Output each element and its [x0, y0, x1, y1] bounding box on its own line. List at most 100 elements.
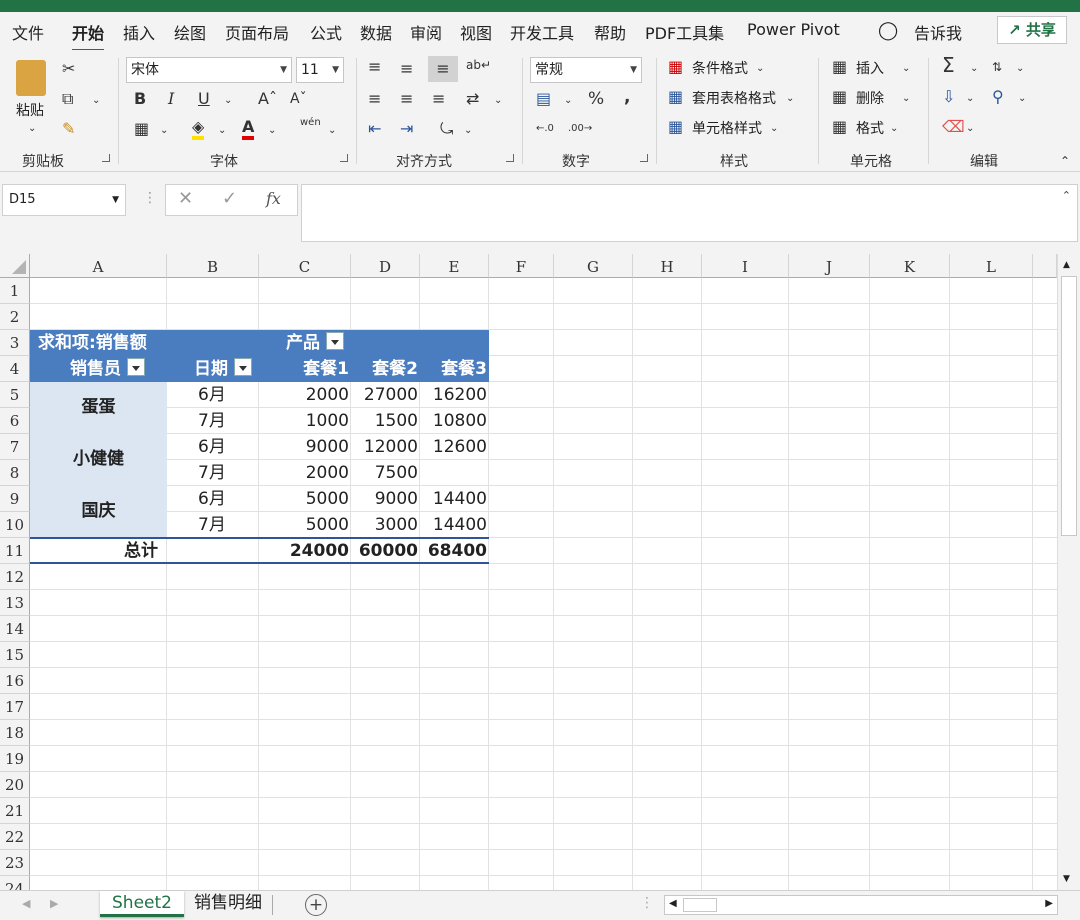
- conditional-format-icon[interactable]: ▦: [668, 58, 683, 76]
- sort-dropdown-icon[interactable]: ⌄: [1016, 60, 1024, 78]
- pivot-value-cell[interactable]: 7500: [351, 460, 420, 486]
- format-as-table-button[interactable]: 套用表格格式: [692, 88, 776, 108]
- pivot-value-cell[interactable]: 14400: [420, 512, 489, 538]
- delete-cells-button[interactable]: 删除: [856, 88, 884, 108]
- border-icon[interactable]: ▦: [134, 120, 149, 138]
- tab-data[interactable]: 数据: [360, 20, 392, 44]
- pivot-value-cell[interactable]: 1500: [351, 408, 420, 434]
- row-header-21[interactable]: 21: [0, 798, 30, 824]
- pivot-month-cell[interactable]: 7月: [198, 460, 226, 486]
- enter-icon[interactable]: ✓: [222, 188, 237, 209]
- lightbulb-icon[interactable]: ◯: [878, 20, 898, 41]
- tab-developer[interactable]: 开发工具: [510, 20, 574, 44]
- row-header-17[interactable]: 17: [0, 694, 30, 720]
- chevron-down-icon[interactable]: ▼: [112, 185, 119, 215]
- pivot-value-cell[interactable]: 2000: [259, 382, 351, 408]
- underline-button[interactable]: U: [198, 90, 210, 108]
- percent-button[interactable]: %: [588, 90, 604, 108]
- column-header-h[interactable]: H: [633, 254, 702, 278]
- pivot-month-cell[interactable]: 7月: [198, 512, 226, 538]
- align-center-icon[interactable]: ≡: [400, 90, 413, 108]
- phonetic-icon[interactable]: wén: [300, 114, 321, 132]
- row-header-16[interactable]: 16: [0, 668, 30, 694]
- column-header-b[interactable]: B: [167, 254, 259, 278]
- sheet-tab-sheet2[interactable]: Sheet2: [100, 891, 184, 917]
- vertical-scrollbar[interactable]: ▲ ▼: [1057, 254, 1080, 890]
- column-header-i[interactable]: I: [702, 254, 789, 278]
- select-all-button[interactable]: [0, 254, 30, 278]
- autosum-icon[interactable]: Σ: [942, 55, 955, 75]
- orientation-icon[interactable]: ⤿: [440, 120, 453, 138]
- row-header-2[interactable]: 2: [0, 304, 30, 330]
- decrease-indent-icon[interactable]: ⇤: [368, 120, 381, 138]
- pivot-value-cell[interactable]: 14400: [420, 486, 489, 512]
- row-header-5[interactable]: 5: [0, 382, 30, 408]
- align-right-icon[interactable]: ≡: [432, 90, 445, 108]
- copy-icon[interactable]: ⧉: [62, 90, 73, 108]
- find-select-icon[interactable]: ⚲: [992, 88, 1004, 106]
- pivot-value-cell[interactable]: 5000: [259, 512, 351, 538]
- tab-formulas[interactable]: 公式: [310, 20, 342, 44]
- scroll-left-icon[interactable]: ◀: [669, 898, 677, 909]
- cell-styles-button[interactable]: 单元格样式: [692, 118, 762, 138]
- merge-center-icon[interactable]: ⇄: [466, 90, 479, 108]
- pivot-value-cell[interactable]: 10800: [420, 408, 489, 434]
- number-format-select[interactable]: 常规 ▼: [530, 57, 642, 83]
- row-header-12[interactable]: 12: [0, 564, 30, 590]
- sheet-next-icon[interactable]: ▶: [50, 897, 58, 910]
- row-header-10[interactable]: 10: [0, 512, 30, 538]
- tab-home[interactable]: 开始: [72, 20, 105, 52]
- fill-down-icon[interactable]: ⇩: [942, 88, 955, 106]
- scroll-down-icon[interactable]: ▼: [1063, 874, 1070, 884]
- border-dropdown-icon[interactable]: ⌄: [160, 122, 168, 140]
- column-header-c[interactable]: C: [259, 254, 351, 278]
- row-header-23[interactable]: 23: [0, 850, 30, 876]
- pivot-value-cell[interactable]: 9000: [351, 486, 420, 512]
- italic-button[interactable]: I: [168, 90, 174, 108]
- row-header-6[interactable]: 6: [0, 408, 30, 434]
- decrease-font-icon[interactable]: Aˇ: [290, 90, 307, 108]
- pivot-person-label[interactable]: 小健健: [30, 446, 167, 472]
- pivot-row-field-date[interactable]: 日期: [194, 356, 252, 382]
- pivot-value-cell[interactable]: 2000: [259, 460, 351, 486]
- paste-dropdown-icon[interactable]: ⌄: [28, 120, 36, 138]
- tab-help[interactable]: 帮助: [594, 20, 626, 44]
- merge-dropdown-icon[interactable]: ⌄: [494, 92, 502, 110]
- increase-font-icon[interactable]: Aˆ: [258, 90, 277, 108]
- currency-icon[interactable]: ▤: [536, 90, 551, 108]
- pivot-month-cell[interactable]: 6月: [198, 486, 226, 512]
- chevron-down-icon[interactable]: ⌄: [890, 120, 898, 138]
- row-header-22[interactable]: 22: [0, 824, 30, 850]
- sheet-prev-icon[interactable]: ◀: [22, 897, 30, 910]
- pivot-row-field-salesperson[interactable]: 销售员: [70, 356, 145, 382]
- share-button[interactable]: ↗ 共享: [997, 16, 1067, 44]
- format-table-icon[interactable]: ▦: [668, 88, 683, 106]
- filter-dropdown-icon[interactable]: [234, 358, 252, 376]
- column-header-k[interactable]: K: [870, 254, 950, 278]
- insert-function-button[interactable]: fx: [266, 189, 281, 208]
- row-header-3[interactable]: 3: [0, 330, 30, 356]
- row-header-20[interactable]: 20: [0, 772, 30, 798]
- alignment-launcher-icon[interactable]: [506, 154, 514, 162]
- pivot-month-cell[interactable]: 7月: [198, 408, 226, 434]
- filter-dropdown-icon[interactable]: [127, 358, 145, 376]
- tab-pdf-tools[interactable]: PDF工具集: [645, 20, 724, 44]
- sort-filter-icon[interactable]: ⇅: [992, 58, 1002, 76]
- sheet-tab-sales-detail[interactable]: 销售明细: [182, 891, 274, 917]
- filter-dropdown-icon[interactable]: [326, 332, 344, 350]
- split-handle-icon[interactable]: ⋮: [640, 895, 654, 911]
- chevron-down-icon[interactable]: ⌄: [786, 90, 794, 108]
- decrease-decimal-icon[interactable]: .00→: [568, 120, 592, 138]
- delete-cells-icon[interactable]: ▦: [832, 88, 847, 106]
- row-header-11[interactable]: 11: [0, 538, 30, 564]
- name-box[interactable]: D15 ▼: [2, 184, 126, 216]
- pivot-total-label[interactable]: 总计: [124, 538, 158, 564]
- pivot-person-label[interactable]: 蛋蛋: [30, 394, 167, 420]
- row-header-1[interactable]: 1: [0, 278, 30, 304]
- number-launcher-icon[interactable]: [640, 154, 648, 162]
- cell-styles-icon[interactable]: ▦: [668, 118, 683, 136]
- pivot-total-cell[interactable]: 24000: [259, 538, 351, 564]
- align-left-icon[interactable]: ≡: [368, 90, 381, 108]
- tab-file[interactable]: 文件: [12, 20, 44, 44]
- format-cells-button[interactable]: 格式: [856, 118, 884, 138]
